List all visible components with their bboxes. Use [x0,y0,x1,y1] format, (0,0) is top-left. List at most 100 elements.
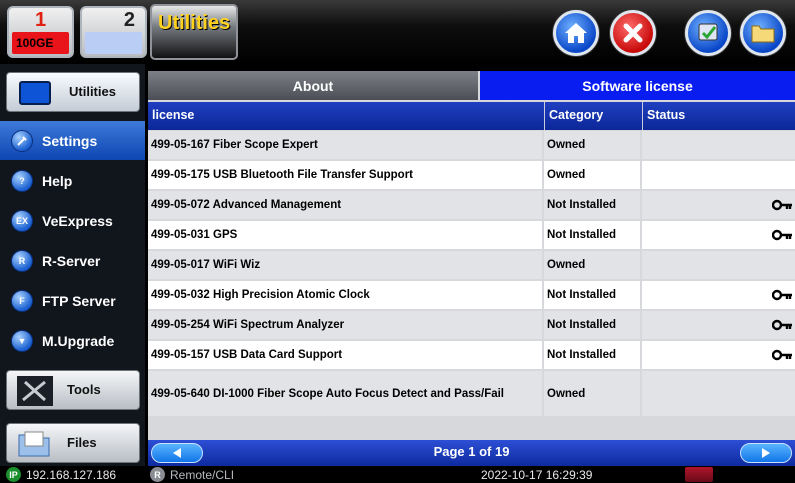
utilities-section-button[interactable]: Utilities [6,72,140,112]
status-cell [642,221,795,249]
port-2-button[interactable]: 2 [80,6,147,58]
category-cell: Not Installed [544,221,640,249]
key-icon[interactable] [772,349,792,361]
sidebar-item-label: Settings [42,132,98,149]
home-button[interactable] [553,10,599,56]
table-row[interactable]: 499-05-640 DI-1000 Fiber Scope Auto Focu… [148,371,795,416]
port-2-status [85,32,142,54]
license-cell: 499-05-640 DI-1000 Fiber Scope Auto Focu… [148,371,542,416]
app-title-box: Utilities [150,4,238,60]
tools-section-label: Tools [67,382,101,397]
category-cell: Owned [544,131,640,159]
license-cell: 499-05-032 High Precision Atomic Clock [148,281,542,309]
pager: Page 1 of 19 [148,440,795,466]
license-cell: 499-05-157 USB Data Card Support [148,341,542,369]
category-cell: Owned [544,251,640,279]
next-page-button[interactable] [740,443,792,463]
sidebar-item-ftp-server[interactable]: F FTP Server [0,281,145,320]
table-row[interactable]: 499-05-167 Fiber Scope Expert Owned [148,131,795,159]
r-server-icon: R [11,249,33,272]
ftp-server-icon: F [11,289,33,312]
close-button[interactable] [610,10,656,56]
settings-tool-icon [698,23,718,41]
port-1-button[interactable]: 1 100GE [7,6,74,58]
upgrade-icon: ▼ [11,329,33,352]
license-cell: 499-05-031 GPS [148,221,542,249]
port-1-label: 100GE [16,36,54,50]
sidebar-item-m-upgrade[interactable]: ▼ M.Upgrade [0,321,145,360]
table-header: license Category Status [148,102,795,130]
remote-status-icon: R [150,467,165,482]
license-cell: 499-05-072 Advanced Management [148,191,542,219]
close-icon [623,23,643,43]
folder-icon [751,25,775,43]
status-cell [642,191,795,219]
sidebar-item-label: M.Upgrade [42,332,115,349]
category-cell: Not Installed [544,341,640,369]
status-cell [642,341,795,369]
license-cell: 499-05-167 Fiber Scope Expert [148,131,542,159]
tab-bar: About Software license [148,71,795,100]
license-table: 499-05-167 Fiber Scope Expert Owned 499-05… [148,131,795,418]
settings-tool-button[interactable] [685,10,731,56]
files-section-label: Files [67,435,97,450]
ip-address: 192.168.127.186 [26,468,117,482]
column-header-status[interactable]: Status [642,102,795,130]
tools-section-button[interactable]: Tools [6,370,140,410]
key-icon[interactable] [772,289,792,301]
license-cell: 499-05-254 WiFi Spectrum Analyzer [148,311,542,339]
category-cell: Not Installed [544,281,640,309]
folder-button[interactable] [740,10,786,56]
category-cell: Not Installed [544,311,640,339]
sidebar-item-label: VeExpress [42,212,113,229]
top-toolbar: 1 100GE 2 Utilities [0,0,795,64]
tab-about[interactable]: About [148,71,478,100]
settings-icon [11,129,33,152]
ip-status-icon: IP [6,467,21,482]
status-cell [642,161,795,189]
lock-icon [685,467,713,482]
monitor-icon [19,81,51,105]
sidebar-item-veexpress[interactable]: EX VeExpress [0,201,145,240]
sidebar-item-r-server[interactable]: R R-Server [0,241,145,280]
license-cell: 499-05-017 WiFi Wiz [148,251,542,279]
status-cell [642,311,795,339]
table-row[interactable]: 499-05-031 GPS Not Installed [148,221,795,249]
key-icon[interactable] [772,319,792,331]
arrow-right-icon [762,448,770,458]
main-panel: About Software license license Category … [148,71,795,466]
category-cell: Not Installed [544,191,640,219]
table-row[interactable]: 499-05-017 WiFi Wiz Owned [148,251,795,279]
port-1-number: 1 [34,9,47,31]
table-row[interactable]: 499-05-072 Advanced Management Not Instal… [148,191,795,219]
sidebar-item-label: FTP Server [42,292,116,309]
table-row[interactable]: 499-05-175 USB Bluetooth File Transfer S… [148,161,795,189]
status-cell [642,131,795,159]
status-bar: IP 192.168.127.186 R Remote/CLI 2022-10-… [0,466,795,483]
files-icon [17,429,53,464]
category-cell: Owned [544,161,640,189]
sidebar-item-settings[interactable]: Settings [0,121,145,160]
category-cell: Owned [544,371,640,416]
home-icon [565,23,587,43]
column-header-license[interactable]: license [148,102,542,130]
sidebar-item-help[interactable]: ? Help [0,161,145,200]
port-1-status: 100GE [12,32,69,54]
status-cell [642,251,795,279]
remote-status: Remote/CLI [170,468,235,482]
table-row[interactable]: 499-05-157 USB Data Card Support Not Inst… [148,341,795,369]
key-icon[interactable] [772,199,792,211]
column-header-category[interactable]: Category [544,102,640,130]
status-cell [642,281,795,309]
sidebar-item-label: Help [42,172,73,189]
status-cell [642,371,795,416]
license-cell: 499-05-175 USB Bluetooth File Transfer S… [148,161,542,189]
date-time: 2022-10-17 16:29:39 [481,468,593,482]
tab-software-license[interactable]: Software license [480,71,795,100]
table-row[interactable]: 499-05-032 High Precision Atomic Clock No… [148,281,795,309]
table-row[interactable]: 499-05-254 WiFi Spectrum Analyzer Not Ins… [148,311,795,339]
page-indicator: Page 1 of 19 [433,444,510,459]
files-section-button[interactable]: Files [6,423,140,463]
sidebar: Utilities Settings ? Help EX VeExpress R… [0,64,145,466]
key-icon[interactable] [772,229,792,241]
